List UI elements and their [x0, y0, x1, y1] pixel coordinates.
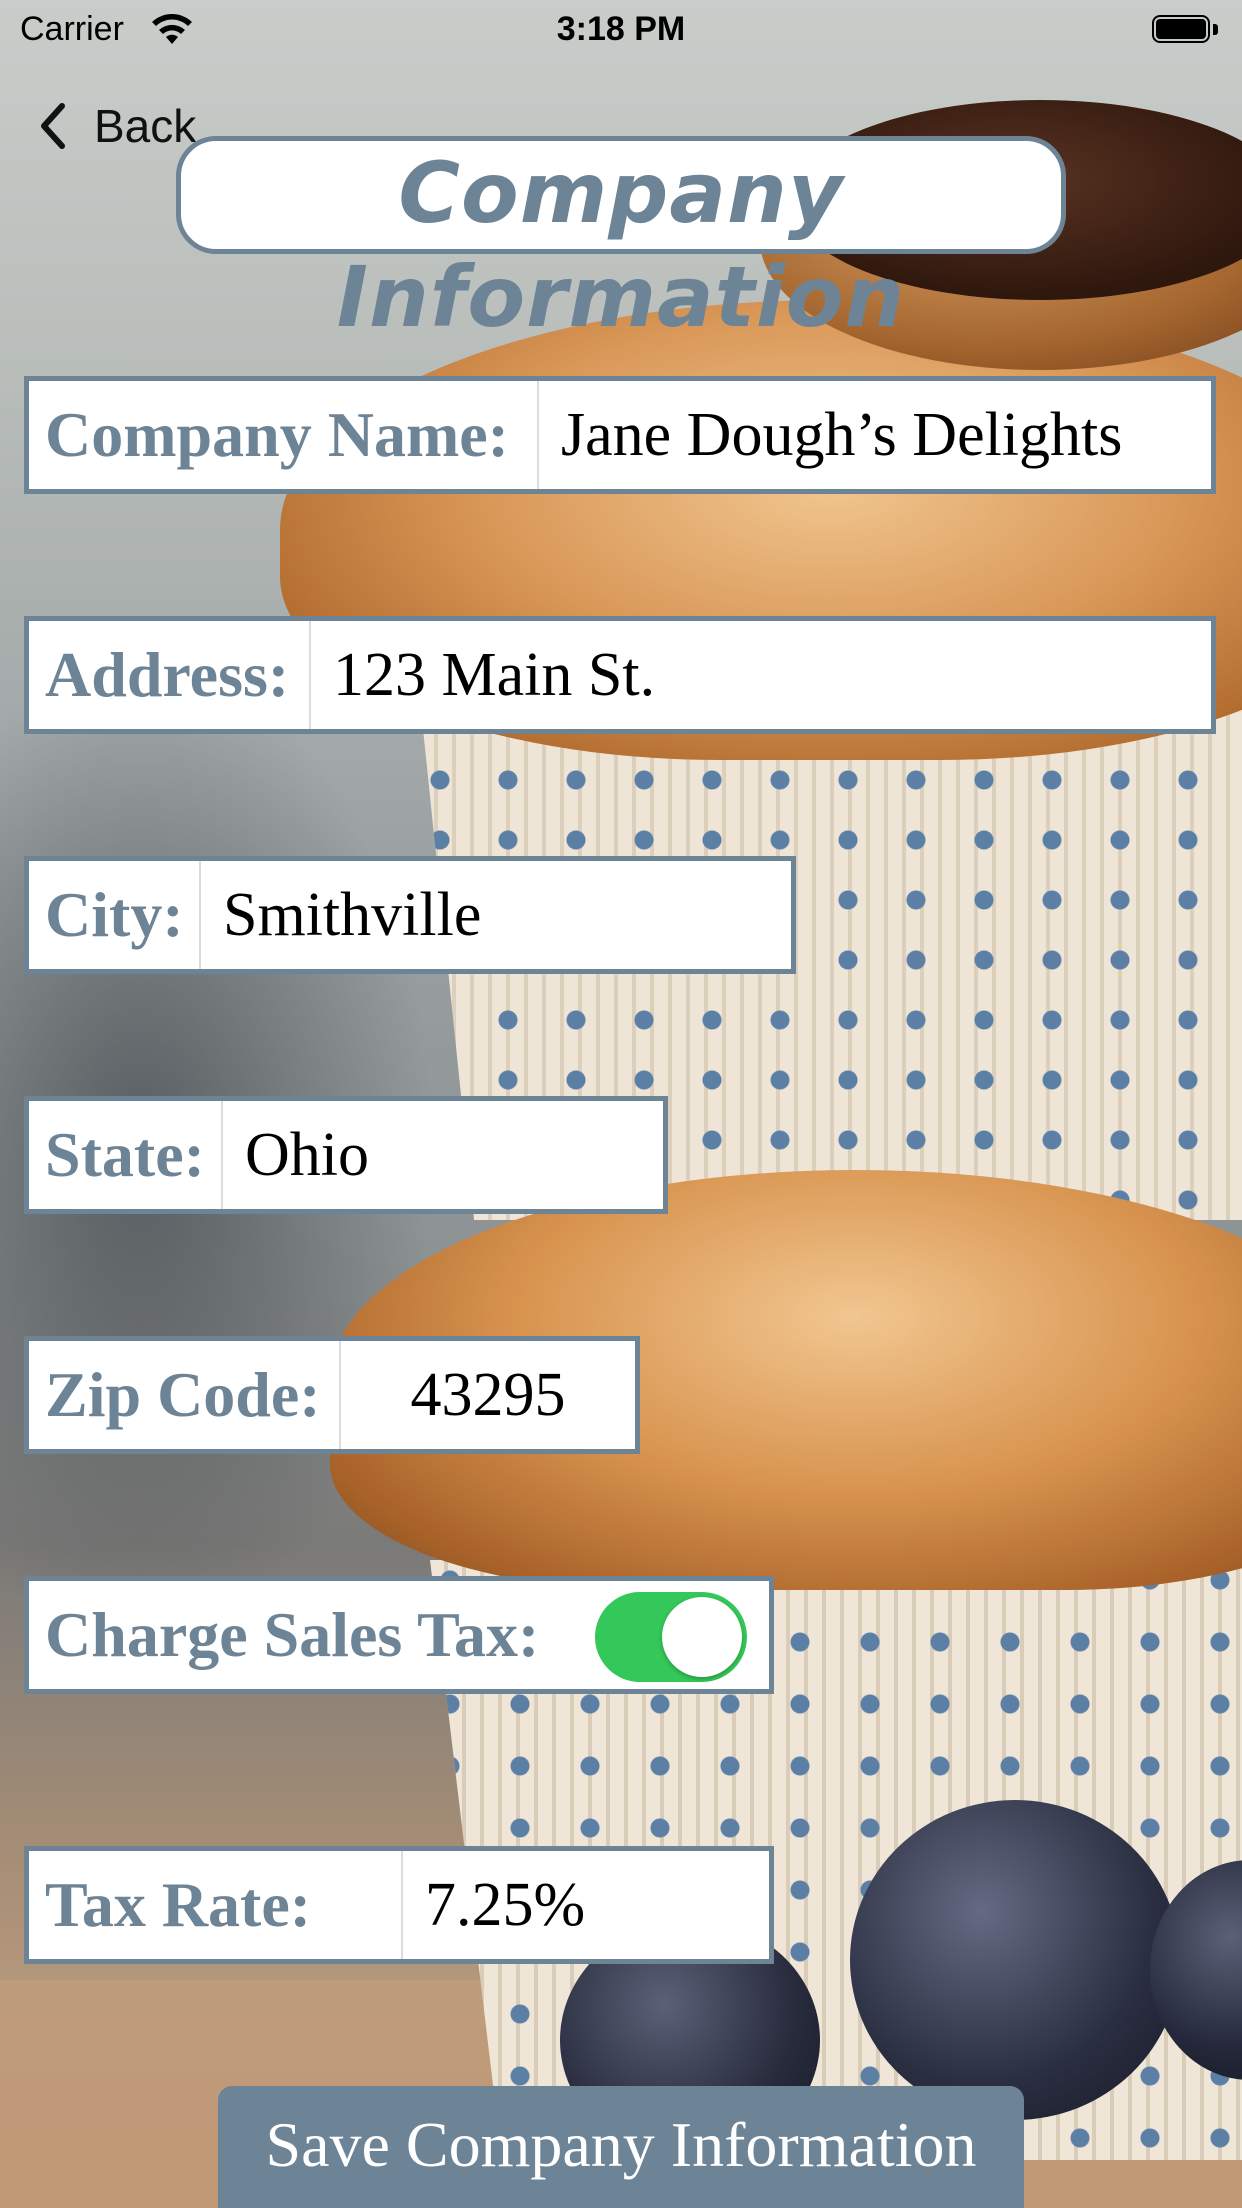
blueberry	[850, 1800, 1180, 2120]
state-label: State:	[45, 1119, 205, 1190]
tax-rate-label: Tax Rate:	[45, 1869, 312, 1940]
state-field[interactable]: Ohio	[221, 1101, 663, 1209]
back-label: Back	[94, 100, 197, 152]
address-row: Address: 123 Main St.	[24, 616, 1216, 734]
save-company-information-button[interactable]: Save Company Information	[218, 2086, 1024, 2208]
company-name-field[interactable]: Jane Dough’s Delights	[537, 381, 1211, 489]
zip-code-field[interactable]: 43295	[339, 1341, 635, 1449]
company-name-row: Company Name: Jane Dough’s Delights	[24, 376, 1216, 494]
zip-code-label: Zip Code:	[45, 1359, 321, 1430]
charge-sales-tax-row: Charge Sales Tax:	[24, 1576, 774, 1694]
company-name-label: Company Name:	[45, 399, 509, 470]
battery-icon	[1152, 15, 1218, 45]
toggle-knob	[662, 1597, 742, 1677]
tax-rate-row: Tax Rate: 7.25%	[24, 1846, 774, 1964]
address-label: Address:	[45, 639, 290, 710]
address-field[interactable]: 123 Main St.	[309, 621, 1211, 729]
status-bar: Carrier 3:18 PM	[0, 0, 1242, 62]
city-label: City:	[45, 879, 184, 950]
charge-sales-tax-label: Charge Sales Tax:	[45, 1599, 540, 1670]
state-row: State: Ohio	[24, 1096, 668, 1214]
charge-sales-tax-toggle[interactable]	[595, 1592, 747, 1682]
zip-code-row: Zip Code: 43295	[24, 1336, 640, 1454]
page-title: Company Information	[176, 136, 1066, 346]
city-field[interactable]: Smithville	[199, 861, 791, 969]
back-button[interactable]: Back	[34, 96, 196, 156]
status-time: 3:18 PM	[556, 10, 686, 48]
tax-rate-field[interactable]: 7.25%	[401, 1851, 769, 1959]
chevron-left-icon	[41, 103, 65, 149]
city-row: City: Smithville	[24, 856, 796, 974]
